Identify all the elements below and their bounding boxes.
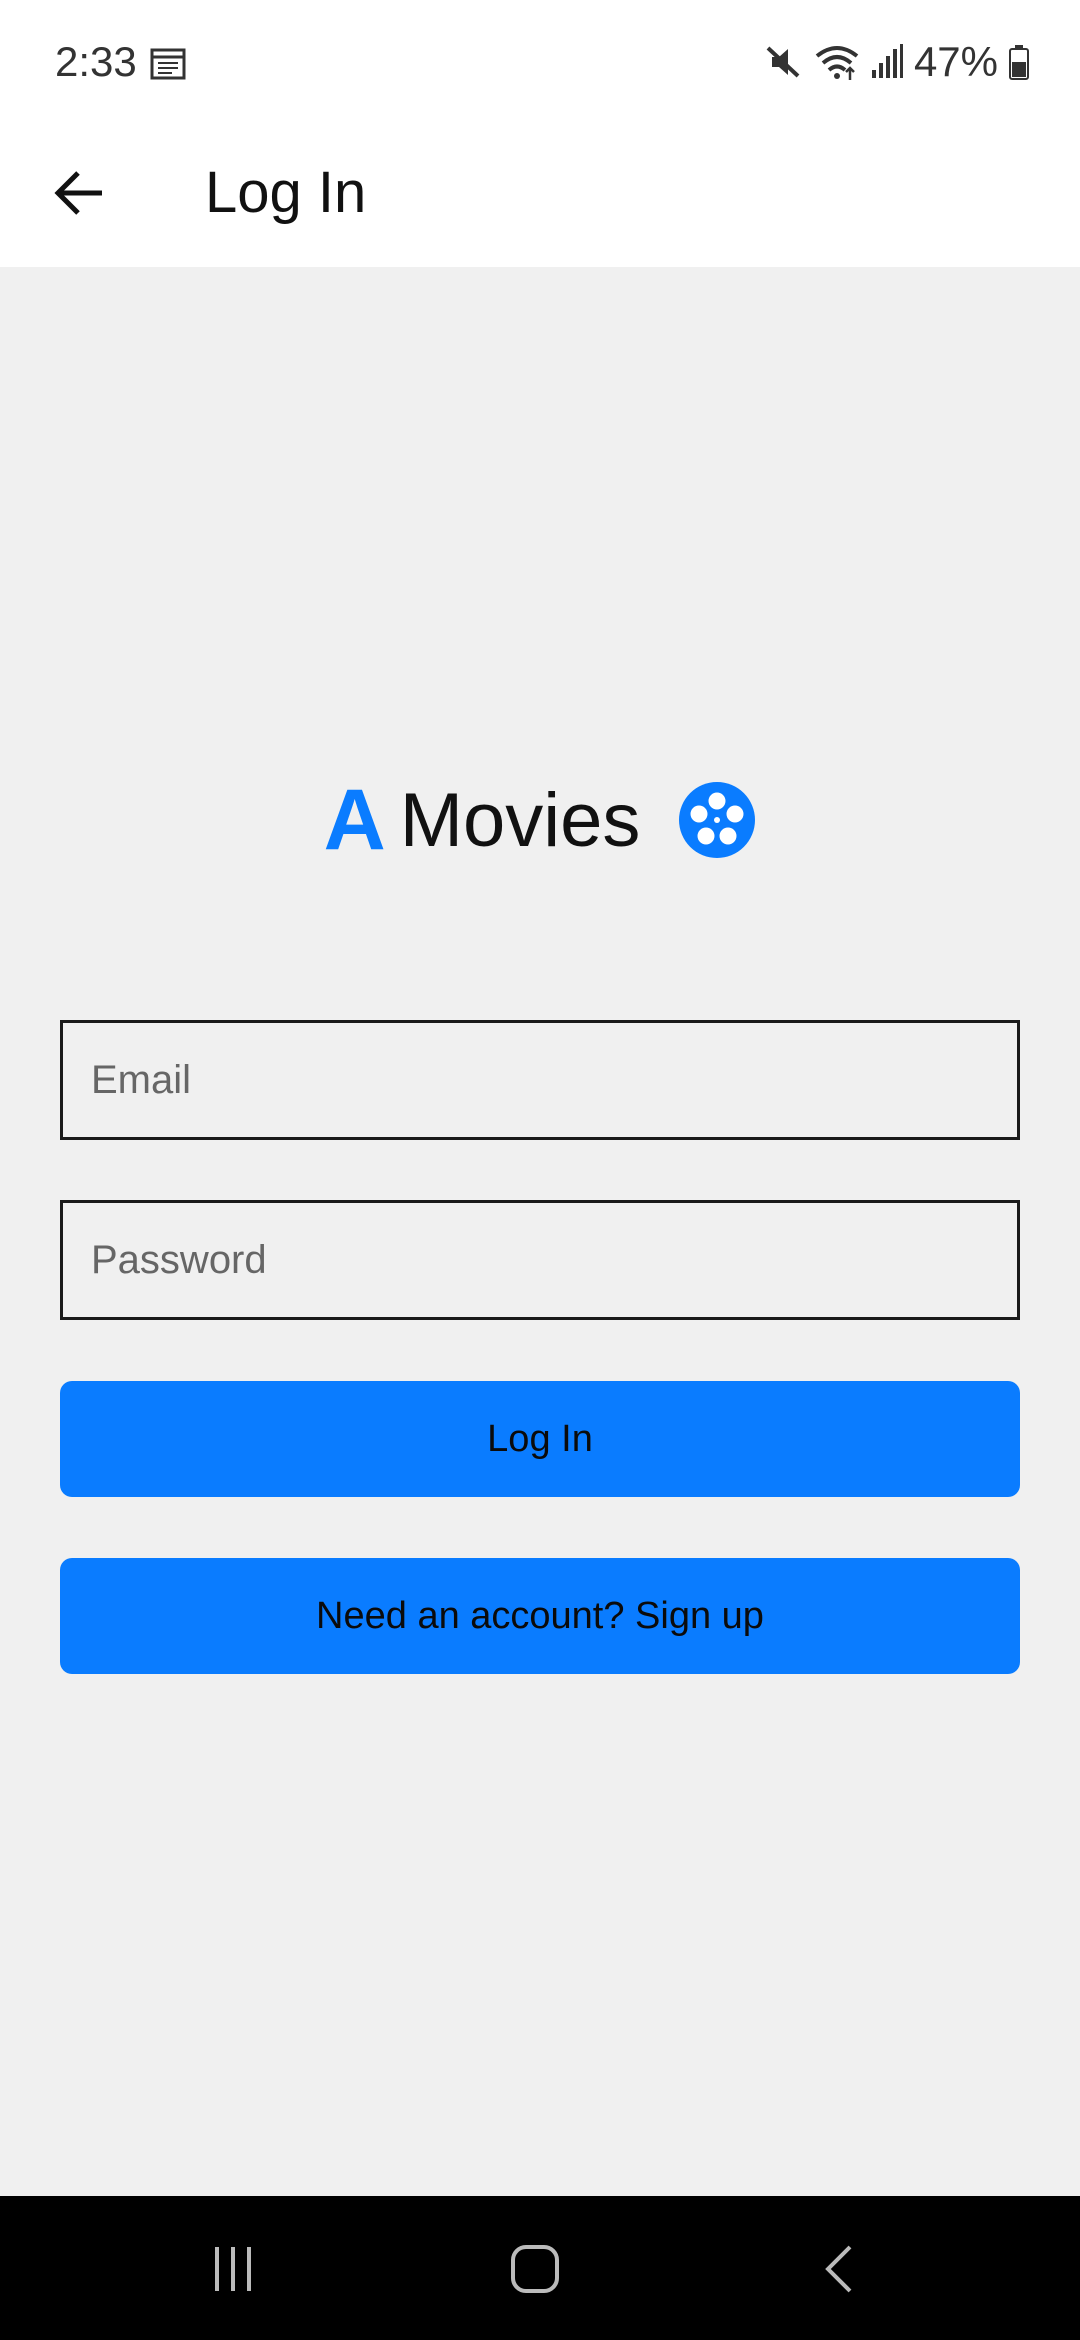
password-field[interactable] xyxy=(60,1200,1020,1320)
email-field[interactable] xyxy=(60,1020,1020,1140)
app-bar: Log In xyxy=(0,125,1080,267)
back-arrow-icon xyxy=(54,171,102,215)
mute-icon xyxy=(766,46,800,78)
battery-percent: 47% xyxy=(913,38,998,85)
back-icon xyxy=(825,2245,852,2293)
login-button[interactable]: Log In xyxy=(60,1381,1020,1497)
recents-button[interactable] xyxy=(193,2236,273,2302)
signup-button-label: Need an account? Sign up xyxy=(316,1594,764,1637)
logo-text: Movies xyxy=(399,777,641,863)
home-icon xyxy=(511,2245,559,2293)
status-bar: 2:33 47% xyxy=(0,0,1080,125)
signal-icon xyxy=(871,44,903,78)
nav-back-button[interactable] xyxy=(800,2236,880,2302)
status-time: 2:33 xyxy=(55,38,137,85)
app-logo: A Movies xyxy=(0,765,1080,875)
home-button[interactable] xyxy=(495,2236,575,2302)
film-reel-icon xyxy=(679,782,756,858)
system-nav-bar xyxy=(0,2196,1080,2340)
signup-button[interactable]: Need an account? Sign up xyxy=(60,1558,1020,1674)
battery-icon xyxy=(1009,45,1029,80)
login-button-label: Log In xyxy=(487,1417,593,1460)
calendar-icon xyxy=(150,48,186,80)
login-screen: 2:33 47% Log In A Movies Email Log In Ne… xyxy=(0,0,1080,2340)
page-title: Log In xyxy=(205,160,367,225)
back-button[interactable] xyxy=(40,153,120,233)
wifi-icon xyxy=(815,46,859,80)
logo-letter: A xyxy=(323,771,386,868)
recents-icon xyxy=(215,2247,251,2291)
status-icons: 47% xyxy=(764,38,1030,86)
